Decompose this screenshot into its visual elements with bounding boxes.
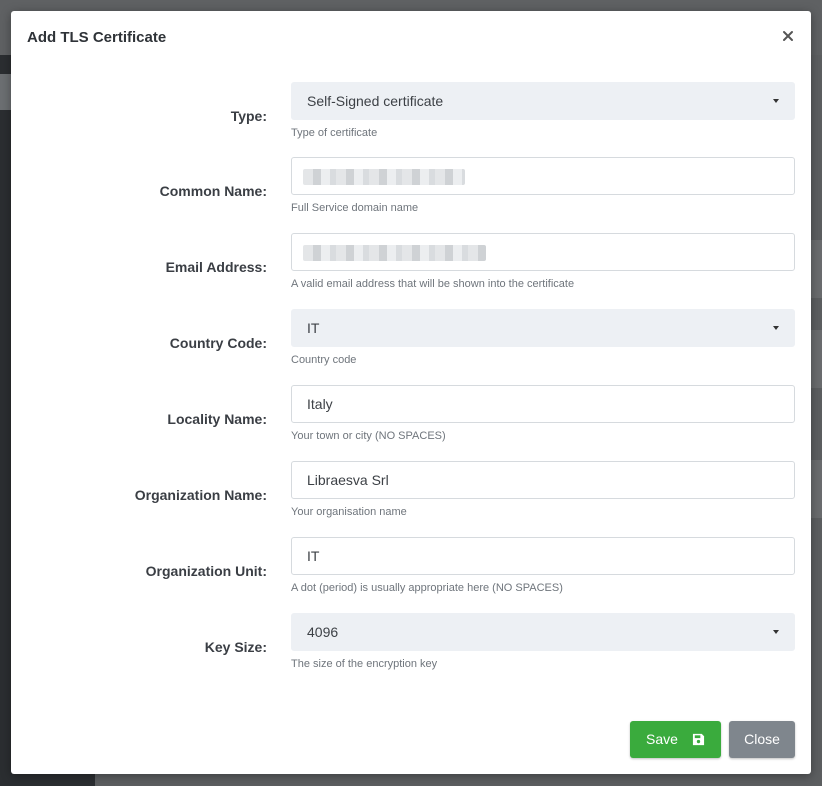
key-size-value: 4096 <box>307 624 339 640</box>
floppy-disk-icon <box>692 733 705 746</box>
country-code-label: Country Code: <box>169 335 267 351</box>
locality-value: Italy <box>307 396 333 412</box>
type-label: Type: <box>230 108 267 124</box>
organization-name-value: Libraesva Srl <box>307 472 389 488</box>
email-label: Email Address: <box>165 259 267 275</box>
type-select[interactable]: Self-Signed certificate <box>291 82 795 120</box>
field-common-name: Common Name: Full Service domain name <box>11 157 811 233</box>
close-icon[interactable] <box>781 29 795 43</box>
caret-down-icon <box>773 326 779 330</box>
field-type: Type: Self-Signed certificate Type of ce… <box>11 82 811 158</box>
save-button[interactable]: Save <box>630 721 721 758</box>
caret-down-icon <box>773 99 779 103</box>
key-size-help: The size of the encryption key <box>291 658 438 670</box>
common-name-label: Common Name: <box>159 183 267 199</box>
organization-unit-value: IT <box>307 548 320 564</box>
email-help: A valid email address that will be shown… <box>291 278 575 290</box>
common-name-help: Full Service domain name <box>291 202 419 214</box>
organization-name-label: Organization Name: <box>134 487 267 503</box>
close-button[interactable]: Close <box>729 721 795 758</box>
organization-unit-label: Organization Unit: <box>145 563 267 579</box>
common-name-input[interactable] <box>291 157 795 195</box>
field-country-code: Country Code: IT Country code <box>11 309 811 385</box>
field-organization-name: Organization Name: Libraesva Srl Your or… <box>11 461 811 537</box>
type-value: Self-Signed certificate <box>307 93 444 109</box>
field-organization-unit: Organization Unit: IT A dot (period) is … <box>11 537 811 613</box>
organization-unit-help: A dot (period) is usually appropriate he… <box>291 582 563 594</box>
email-input[interactable] <box>291 233 795 271</box>
field-email: Email Address: A valid email address tha… <box>11 233 811 309</box>
dialog-title: Add TLS Certificate <box>27 29 167 46</box>
country-code-value: IT <box>307 320 320 336</box>
organization-name-input[interactable]: Libraesva Srl <box>291 461 795 499</box>
country-code-help: Country code <box>291 354 357 366</box>
organization-name-help: Your organisation name <box>291 506 407 518</box>
save-button-label: Save <box>646 731 678 747</box>
redacted-value <box>303 245 486 261</box>
key-size-label: Key Size: <box>204 639 267 655</box>
field-key-size: Key Size: 4096 The size of the encryptio… <box>11 613 811 689</box>
field-locality: Locality Name: Italy Your town or city (… <box>11 385 811 461</box>
caret-down-icon <box>773 630 779 634</box>
locality-help: Your town or city (NO SPACES) <box>291 430 446 442</box>
type-help: Type of certificate <box>291 127 378 139</box>
locality-label: Locality Name: <box>167 411 267 427</box>
country-code-select[interactable]: IT <box>291 309 795 347</box>
key-size-select[interactable]: 4096 <box>291 613 795 651</box>
redacted-value <box>303 169 465 185</box>
add-tls-certificate-dialog: Add TLS Certificate Type: Self-Signed ce… <box>11 11 811 774</box>
locality-input[interactable]: Italy <box>291 385 795 423</box>
organization-unit-input[interactable]: IT <box>291 537 795 575</box>
